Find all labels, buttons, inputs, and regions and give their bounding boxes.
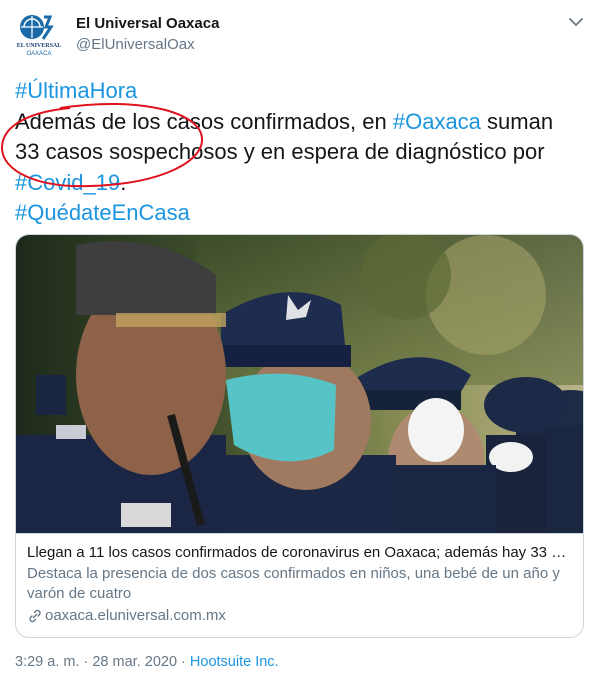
user-handle[interactable]: @ElUniversalOax [76,36,195,53]
card-description: Destaca la presencia de dos casos confir… [27,565,560,602]
chevron-down-icon [569,18,583,26]
el-universal-logo-icon: EL UNIVERSAL OAXACA [17,15,62,57]
hashtag-oaxaca[interactable]: #Oaxaca [393,109,481,134]
more-options-button[interactable] [566,12,586,32]
tweet-text-segment: . [120,169,127,195]
hashtag-covid-19[interactable]: #Covid_19 [15,170,120,195]
hashtag-quedateencasa[interactable]: #QuédateEnCasa [15,200,190,225]
source-app-link[interactable]: Hootsuite Inc. [190,654,279,670]
hashtag-ultimahora[interactable]: #ÚltimaHora [15,78,137,103]
card-domain[interactable]: oaxaca.eluniversal.com.mx [27,607,572,624]
link-icon [29,609,41,622]
tweet: EL UNIVERSAL OAXACA El Universal Oaxaca … [0,0,598,679]
display-name[interactable]: El Universal Oaxaca [76,15,219,32]
meta-separator: · [177,654,190,670]
svg-text:EL UNIVERSAL: EL UNIVERSAL [17,43,62,49]
tweet-text-segment: 33 casos sospechosos y en espera de diag… [15,139,545,164]
link-card[interactable]: Llegan a 11 los casos confirmados de cor… [15,234,584,638]
article-image [16,235,583,533]
card-title[interactable]: Llegan a 11 los casos confirmados de cor… [27,543,572,562]
avatar[interactable]: EL UNIVERSAL OAXACA [14,11,64,61]
card-text: Llegan a 11 los casos confirmados de cor… [16,533,583,637]
tweet-text-segment: suman [480,108,554,134]
tweet-meta: 3:29 a. m. · 28 mar. 2020 · Hootsuite In… [15,654,279,670]
tweet-text-segment: Además de los casos confirmados, en [15,108,393,134]
timestamp[interactable]: 3:29 a. m. · 28 mar. 2020 [15,654,177,670]
tweet-text: #ÚltimaHora Además de los casos confirma… [15,76,585,229]
card-domain-text: oaxaca.eluniversal.com.mx [45,607,226,624]
svg-text:OAXACA: OAXACA [26,51,51,57]
